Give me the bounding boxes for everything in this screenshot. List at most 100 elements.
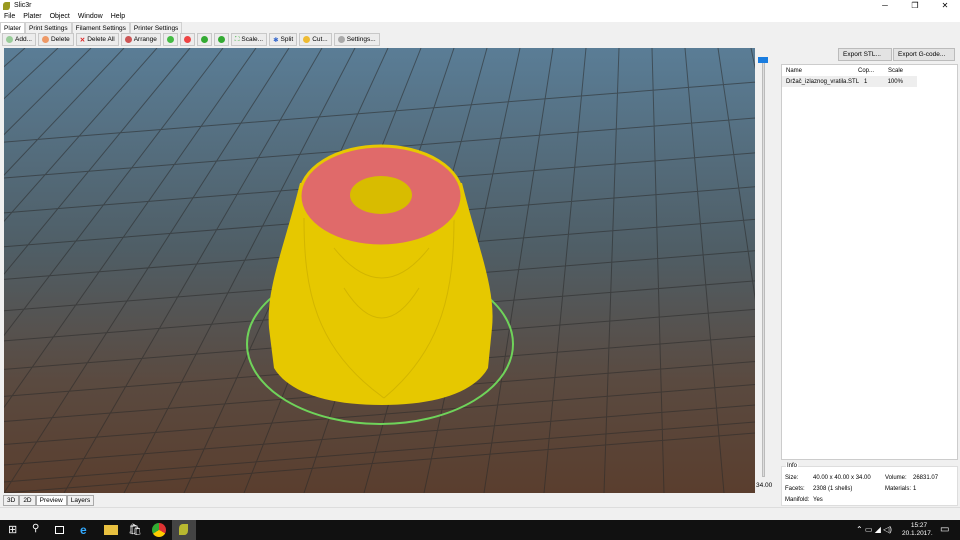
add-button[interactable]: Add... — [2, 33, 36, 46]
materials-label: Materials: — [885, 486, 912, 492]
manifold-value: Yes — [813, 497, 823, 503]
arrange-button[interactable]: Arrange — [120, 33, 161, 46]
export-gcode-label: Export G-code... — [898, 51, 946, 58]
scale-button[interactable]: ⛶ Scale... — [230, 33, 268, 46]
tab-3d[interactable]: 3D — [3, 495, 20, 506]
decrease-copies-button[interactable] — [179, 33, 195, 46]
object-scale: 100% — [887, 78, 903, 85]
delete-label: Delete — [50, 36, 70, 43]
scale-label: Scale... — [241, 36, 264, 43]
window-title: Slic3r — [14, 2, 32, 9]
facets-label: Facets: — [785, 486, 805, 492]
rotate-right-icon — [217, 36, 225, 43]
delete-button[interactable]: Delete — [37, 33, 74, 46]
cut-label: Cut... — [312, 36, 328, 43]
tab-plater[interactable]: Plater — [0, 22, 25, 33]
size-value: 40.00 x 40.00 x 34.00 — [813, 475, 871, 481]
menu-bar: File Plater Object Window Help — [0, 11, 960, 22]
tab-filament-settings[interactable]: Filament Settings — [71, 22, 130, 33]
x-icon: ✕ — [79, 36, 86, 44]
rotate-left-button[interactable] — [196, 33, 212, 46]
split-button[interactable]: ✱ Split — [269, 33, 298, 46]
volume-label: Volume: — [885, 475, 907, 481]
object-row[interactable]: Držač_izlaznog_vratila.STL 1 100% — [782, 76, 917, 87]
model-hole — [350, 176, 412, 214]
file-explorer-icon[interactable] — [104, 525, 118, 535]
arrange-icon — [124, 36, 132, 43]
scale-icon: ⛶ — [234, 35, 240, 43]
close-button[interactable]: ✕ — [930, 0, 960, 11]
tab-layers[interactable]: Layers — [66, 495, 95, 506]
store-icon[interactable]: 🛍 — [128, 523, 142, 537]
rotate-left-icon — [200, 36, 208, 43]
gear-icon — [337, 36, 345, 43]
tab-printer-settings[interactable]: Printer Settings — [129, 22, 183, 33]
split-label: Split — [280, 36, 294, 43]
toolbar: Add... Delete ✕ Delete All Arrange ⛶ Scale… — [2, 33, 380, 46]
task-view-icon[interactable] — [55, 526, 64, 534]
add-icon — [6, 36, 13, 43]
column-name[interactable]: Name — [782, 68, 858, 74]
materials-value: 1 — [913, 486, 917, 492]
info-title: Info — [786, 463, 799, 469]
size-label: Size: — [785, 475, 799, 481]
object-list-header: Name Cop... Scale — [782, 65, 957, 76]
search-icon[interactable]: ⚲ — [32, 523, 46, 537]
layer-slider-track[interactable] — [762, 62, 765, 477]
3d-preview-canvas[interactable] — [4, 48, 755, 493]
increase-copies-button[interactable] — [162, 33, 178, 46]
add-label: Add... — [15, 36, 32, 43]
slic3r-logo-icon — [3, 2, 10, 10]
tab-2d[interactable]: 2D — [19, 495, 36, 506]
minus-icon — [183, 36, 191, 43]
delete-all-label: Delete All — [87, 36, 115, 43]
delete-all-button[interactable]: ✕ Delete All — [75, 33, 119, 46]
clock-date[interactable]: 20.1.2017. — [902, 530, 933, 537]
export-stl-label: Export STL... — [843, 51, 881, 58]
object-copies: 1 — [864, 78, 868, 85]
export-gcode-button[interactable]: Export G-code... — [893, 48, 955, 61]
windows-start-icon[interactable]: ⊞ — [8, 523, 22, 537]
manifold-label: Manifold: — [785, 497, 810, 503]
tab-preview[interactable]: Preview — [35, 495, 67, 506]
view-tabs: 3D 2D Preview Layers — [3, 495, 95, 506]
slic3r-taskbar-icon[interactable] — [172, 520, 196, 540]
export-stl-button[interactable]: Export STL... — [838, 48, 892, 61]
menu-object[interactable]: Object — [46, 11, 74, 22]
status-bar — [0, 507, 960, 520]
layer-height-value: 34.00 — [756, 482, 773, 489]
facets-value: 2308 (1 shells) — [813, 486, 853, 492]
preview-scene — [4, 48, 755, 493]
column-copies[interactable]: Cop... — [858, 68, 888, 74]
notification-icon[interactable]: ▭ — [940, 524, 949, 535]
object-name: Držač_izlaznog_vratila.STL — [786, 78, 860, 85]
chrome-icon[interactable] — [152, 523, 166, 537]
menu-help[interactable]: Help — [107, 11, 129, 22]
maximize-button[interactable]: ❐ — [900, 0, 930, 11]
arrange-label: Arrange — [133, 36, 157, 43]
object-list[interactable]: Name Cop... Scale Držač_izlaznog_vratila… — [781, 64, 958, 460]
settings-button[interactable]: Settings... — [333, 33, 380, 46]
clock-time[interactable]: 15:27 — [904, 522, 934, 529]
delete-icon — [41, 36, 49, 43]
cut-icon — [303, 36, 311, 43]
rotate-right-button[interactable] — [213, 33, 229, 46]
taskbar: ⊞ ⚲ e 🛍 ⌃ ▭ ◢ ◁) 15:27 20.1.2017. ▭ — [0, 520, 960, 540]
minimize-button[interactable]: ─ — [870, 0, 900, 11]
layer-slider-handle[interactable] — [758, 57, 768, 63]
tab-print-settings[interactable]: Print Settings — [24, 22, 72, 33]
edge-icon[interactable]: e — [80, 523, 94, 537]
menu-file[interactable]: File — [0, 11, 19, 22]
tray-icons[interactable]: ⌃ ▭ ◢ ◁) — [856, 525, 892, 534]
split-icon: ✱ — [273, 36, 279, 44]
title-bar: Slic3r ─ ❐ ✕ — [0, 0, 960, 11]
column-scale[interactable]: Scale — [888, 68, 918, 74]
menu-plater[interactable]: Plater — [19, 11, 45, 22]
cut-button[interactable]: Cut... — [299, 33, 332, 46]
info-panel: Info Size: 40.00 x 40.00 x 34.00 Volume:… — [781, 463, 958, 506]
settings-label: Settings... — [346, 36, 376, 43]
menu-window[interactable]: Window — [74, 11, 107, 22]
volume-value: 26831.07 — [913, 475, 939, 481]
main-tabs: Plater Print Settings Filament Settings … — [0, 22, 183, 33]
plus-icon — [166, 36, 174, 43]
